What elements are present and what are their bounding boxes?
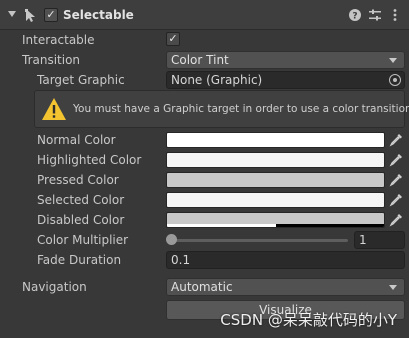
color-multiplier-label: Color Multiplier: [37, 233, 129, 247]
interactable-label: Interactable: [22, 33, 95, 47]
warning-helpbox: You must have a Graphic target in order …: [34, 90, 409, 128]
chevron-down-icon: [389, 285, 397, 290]
object-picker-icon[interactable]: [389, 74, 401, 86]
help-icon[interactable]: ?: [348, 8, 362, 22]
eyedropper-icon[interactable]: [388, 152, 404, 168]
pressed-color-swatch[interactable]: [166, 172, 385, 188]
target-graphic-label: Target Graphic: [37, 73, 125, 87]
navigation-value: Automatic: [171, 280, 233, 294]
interactable-row: Interactable ✓: [0, 30, 409, 50]
more-options-icon[interactable]: [388, 8, 402, 22]
color-multiplier-slider-track[interactable]: [172, 239, 348, 242]
alpha-bar-fill: [167, 224, 276, 227]
warning-message: You must have a Graphic target in order …: [73, 103, 409, 115]
selected-color-label: Selected Color: [37, 193, 125, 207]
transition-row: Transition Color Tint: [0, 50, 409, 70]
preset-icon[interactable]: [368, 8, 382, 22]
transition-value: Color Tint: [171, 53, 229, 67]
eyedropper-icon[interactable]: [388, 212, 404, 228]
navigation-label: Navigation: [22, 280, 87, 294]
fade-duration-input[interactable]: 0.1: [166, 251, 405, 269]
target-graphic-value: None (Graphic): [171, 73, 263, 87]
fold-arrow-icon[interactable]: [8, 11, 16, 17]
disabled-color-label: Disabled Color: [37, 213, 125, 227]
fade-duration-row: Fade Duration 0.1: [0, 250, 409, 270]
transition-dropdown[interactable]: Color Tint: [166, 51, 405, 69]
component-title: Selectable: [63, 8, 134, 22]
transition-label: Transition: [22, 53, 81, 67]
highlighted-color-label: Highlighted Color: [37, 153, 142, 167]
navigation-row: Navigation Automatic: [0, 277, 409, 297]
eyedropper-icon[interactable]: [388, 172, 404, 188]
normal-color-swatch[interactable]: [166, 132, 385, 148]
color-multiplier-slider-thumb[interactable]: [166, 234, 177, 245]
color-multiplier-row: Color Multiplier 1: [0, 230, 409, 250]
warning-icon: [42, 98, 66, 120]
pressed-color-label: Pressed Color: [37, 173, 119, 187]
disabled-color-swatch[interactable]: [166, 212, 385, 228]
target-graphic-field[interactable]: None (Graphic): [166, 71, 405, 89]
fade-duration-label: Fade Duration: [37, 253, 122, 267]
navigation-dropdown[interactable]: Automatic: [166, 278, 405, 296]
color-multiplier-input[interactable]: 1: [354, 231, 405, 249]
target-graphic-row: Target Graphic None (Graphic): [0, 70, 409, 90]
selected-color-swatch[interactable]: [166, 192, 385, 208]
interactable-checkbox[interactable]: ✓: [166, 32, 180, 46]
component-enabled-checkbox[interactable]: ✓: [44, 8, 58, 22]
inspector-panel: ✓ Selectable ? Interactable ✓ Transition…: [0, 0, 409, 338]
highlighted-color-swatch[interactable]: [166, 152, 385, 168]
pressed-color-row: Pressed Color: [0, 170, 409, 190]
eyedropper-icon[interactable]: [388, 192, 404, 208]
eyedropper-icon[interactable]: [388, 132, 404, 148]
disabled-color-row: Disabled Color: [0, 210, 409, 230]
component-icon: [25, 9, 35, 22]
highlighted-color-row: Highlighted Color: [0, 150, 409, 170]
chevron-down-icon: [389, 58, 397, 63]
watermark-text: CSDN @呆呆敲代码的小Y: [220, 311, 397, 329]
component-header[interactable]: ✓ Selectable ?: [0, 0, 409, 30]
normal-color-label: Normal Color: [37, 133, 116, 147]
svg-text:?: ?: [352, 12, 357, 22]
normal-color-row: Normal Color: [0, 130, 409, 150]
selected-color-row: Selected Color: [0, 190, 409, 210]
